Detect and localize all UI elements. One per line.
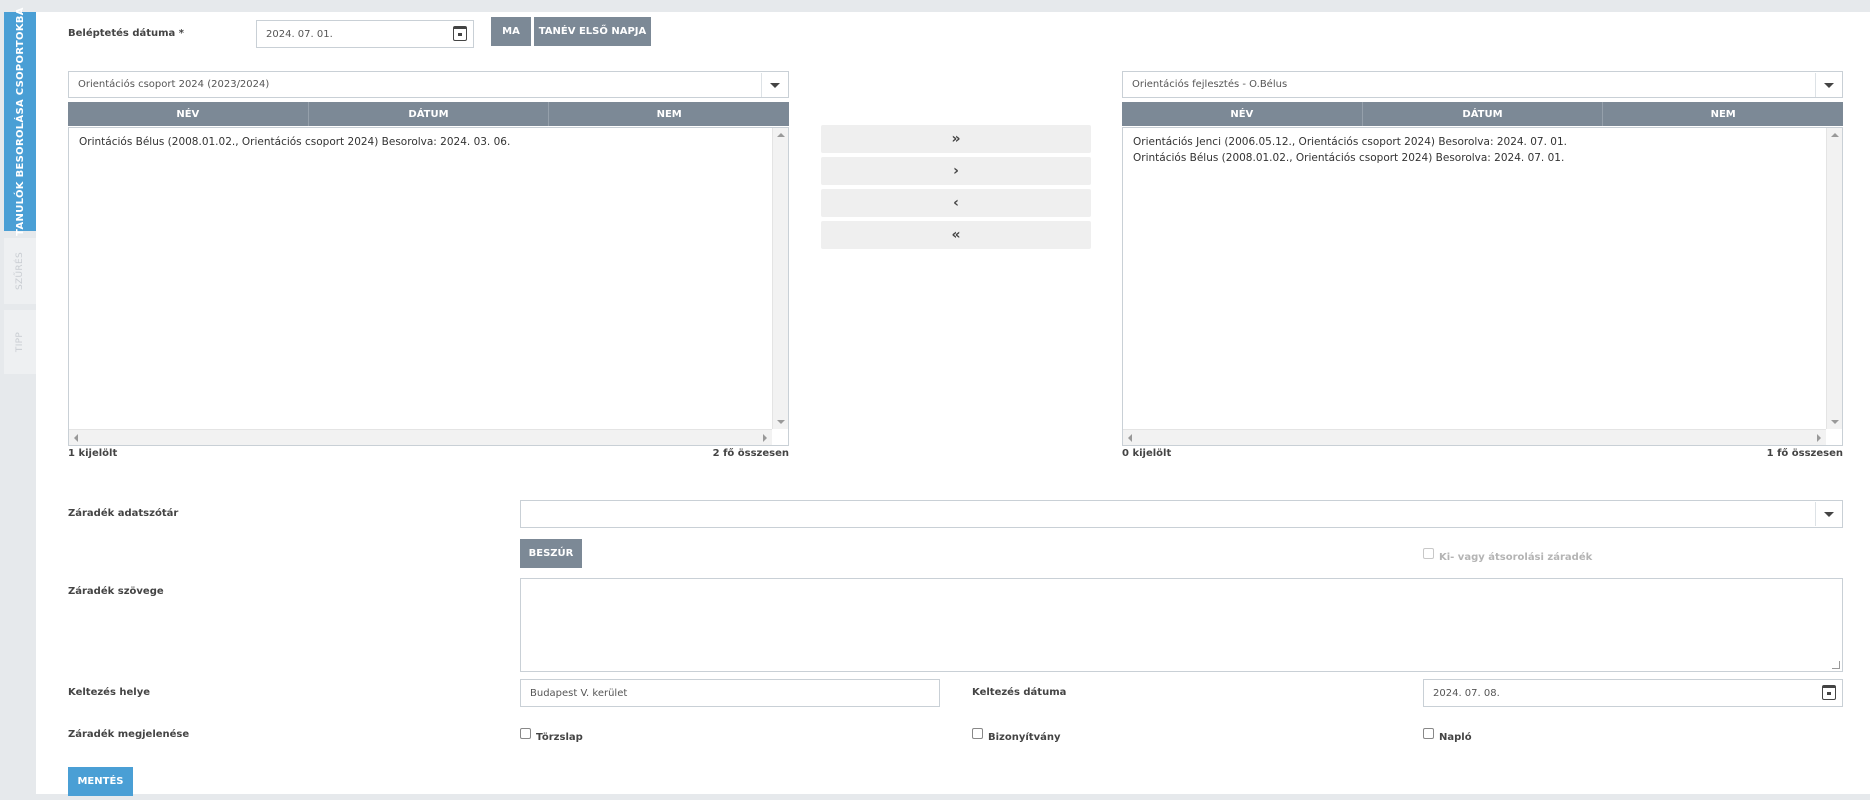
move-left-button[interactable]: ‹ (821, 189, 1091, 217)
double-chevron-right-icon: » (951, 131, 961, 147)
transfer-clause-label: Ki- vagy átsorolási záradék (1439, 552, 1593, 563)
target-student-list[interactable]: Orientációs Jenci (2006.05.12., Orientác… (1122, 127, 1843, 446)
appearance-certificate-checkbox[interactable]: Bizonyítvány (972, 728, 1061, 743)
list-item[interactable]: Orintációs Bélus (2008.01.02., Orientáci… (1133, 150, 1822, 166)
calendar-icon[interactable] (453, 26, 467, 41)
scroll-down-icon[interactable] (1831, 420, 1839, 424)
chevron-down-icon[interactable] (1815, 502, 1841, 526)
appearance-diary-checkbox[interactable]: Napló (1423, 728, 1472, 743)
appearance-diary-label: Napló (1439, 732, 1472, 743)
column-header-date[interactable]: DÁTUM (309, 102, 550, 126)
target-table-header: NÉV DÁTUM NEM (1122, 102, 1843, 126)
checkbox-icon[interactable] (972, 728, 983, 739)
horizontal-scrollbar[interactable] (69, 429, 772, 445)
issue-date-label: Keltezés dátuma (972, 687, 1067, 698)
clause-appearance-label: Záradék megjelenése (68, 729, 190, 740)
appearance-register-checkbox[interactable]: Törzslap (520, 728, 583, 743)
column-header-gender[interactable]: NEM (549, 102, 789, 126)
scroll-left-icon[interactable] (1128, 434, 1132, 442)
insert-button[interactable]: BESZÚR (520, 539, 582, 568)
chevron-down-icon[interactable] (1815, 73, 1841, 97)
scroll-up-icon[interactable] (777, 133, 785, 137)
list-item[interactable]: Orientációs Jenci (2006.05.12., Orientác… (1133, 134, 1822, 150)
chevron-left-icon: ‹ (953, 195, 959, 211)
promotion-date-value: 2024. 07. 01. (266, 28, 333, 40)
source-total-count: 2 fő összesen (712, 448, 789, 459)
move-all-left-button[interactable]: « (821, 221, 1091, 249)
checkbox-icon[interactable] (1423, 548, 1434, 559)
target-group-value: Orientációs fejlesztés - O.Bélus (1132, 79, 1288, 90)
tab-student-group-assignment[interactable]: TANULÓK BESOROLÁSA CSOPORTOKBA (4, 7, 36, 236)
tab-filter[interactable]: SZŰRÉS (4, 238, 36, 304)
issue-place-value: Budapest V. kerület (530, 687, 628, 699)
tab-label: TANULÓK BESOROLÁSA CSOPORTOKBA (14, 7, 26, 236)
checkbox-icon[interactable] (520, 728, 531, 739)
vertical-scrollbar[interactable] (772, 128, 788, 429)
save-button[interactable]: MENTÉS (68, 767, 133, 796)
clause-dictionary-label: Záradék adatszótár (68, 508, 179, 519)
horizontal-scrollbar[interactable] (1123, 429, 1826, 445)
scroll-right-icon[interactable] (763, 434, 767, 442)
scroll-up-icon[interactable] (1831, 133, 1839, 137)
clause-dictionary-select[interactable] (520, 500, 1843, 528)
source-table-header: NÉV DÁTUM NEM (68, 102, 789, 126)
issue-place-input[interactable]: Budapest V. kerület (520, 679, 940, 707)
checkbox-icon[interactable] (1423, 728, 1434, 739)
chevron-down-icon[interactable] (761, 73, 787, 97)
resize-handle-icon[interactable] (1832, 661, 1840, 669)
move-right-button[interactable]: › (821, 157, 1091, 185)
issue-date-input[interactable]: 2024. 07. 08. (1423, 679, 1843, 707)
promotion-date-input[interactable]: 2024. 07. 01. (256, 20, 474, 48)
target-group-select[interactable]: Orientációs fejlesztés - O.Bélus (1122, 71, 1843, 98)
chevron-right-icon: › (953, 163, 959, 179)
column-header-name[interactable]: NÉV (1122, 102, 1363, 126)
double-chevron-left-icon: « (951, 227, 961, 243)
school-year-first-day-button[interactable]: TANÉV ELSŐ NAPJA (534, 17, 651, 46)
source-group-select[interactable]: Orientációs csoport 2024 (2023/2024) (68, 71, 789, 98)
source-student-list[interactable]: Orintációs Bélus (2008.01.02., Orientáci… (68, 127, 789, 446)
transfer-clause-checkbox[interactable]: Ki- vagy átsorolási záradék (1423, 548, 1592, 563)
tab-tip[interactable]: TIPP (4, 310, 36, 374)
tab-label: SZŰRÉS (15, 252, 26, 290)
source-group-value: Orientációs csoport 2024 (2023/2024) (78, 79, 270, 90)
target-total-count: 1 fő összesen (1766, 448, 1843, 459)
scroll-left-icon[interactable] (74, 434, 78, 442)
calendar-icon[interactable] (1822, 685, 1836, 700)
clause-text-label: Záradék szövege (68, 586, 164, 597)
promotion-date-label: Beléptetés dátuma * (68, 28, 185, 39)
list-item[interactable]: Orintációs Bélus (2008.01.02., Orientáci… (79, 134, 768, 150)
move-all-right-button[interactable]: » (821, 125, 1091, 153)
column-header-date[interactable]: DÁTUM (1363, 102, 1604, 126)
main-panel: Beléptetés dátuma * 2024. 07. 01. MA TAN… (36, 12, 1870, 796)
tab-label: TIPP (15, 331, 25, 353)
target-selected-count: 0 kijelölt (1122, 448, 1172, 459)
source-selected-count: 1 kijelölt (68, 448, 118, 459)
scroll-down-icon[interactable] (777, 420, 785, 424)
scroll-right-icon[interactable] (1817, 434, 1821, 442)
clause-text-area[interactable] (520, 578, 1843, 672)
column-header-name[interactable]: NÉV (68, 102, 309, 126)
issue-place-label: Keltezés helye (68, 687, 151, 698)
today-button[interactable]: MA (491, 17, 531, 46)
appearance-certificate-label: Bizonyítvány (988, 732, 1061, 743)
vertical-scrollbar[interactable] (1826, 128, 1842, 429)
appearance-register-label: Törzslap (536, 732, 583, 743)
column-header-gender[interactable]: NEM (1603, 102, 1843, 126)
issue-date-value: 2024. 07. 08. (1433, 687, 1500, 699)
